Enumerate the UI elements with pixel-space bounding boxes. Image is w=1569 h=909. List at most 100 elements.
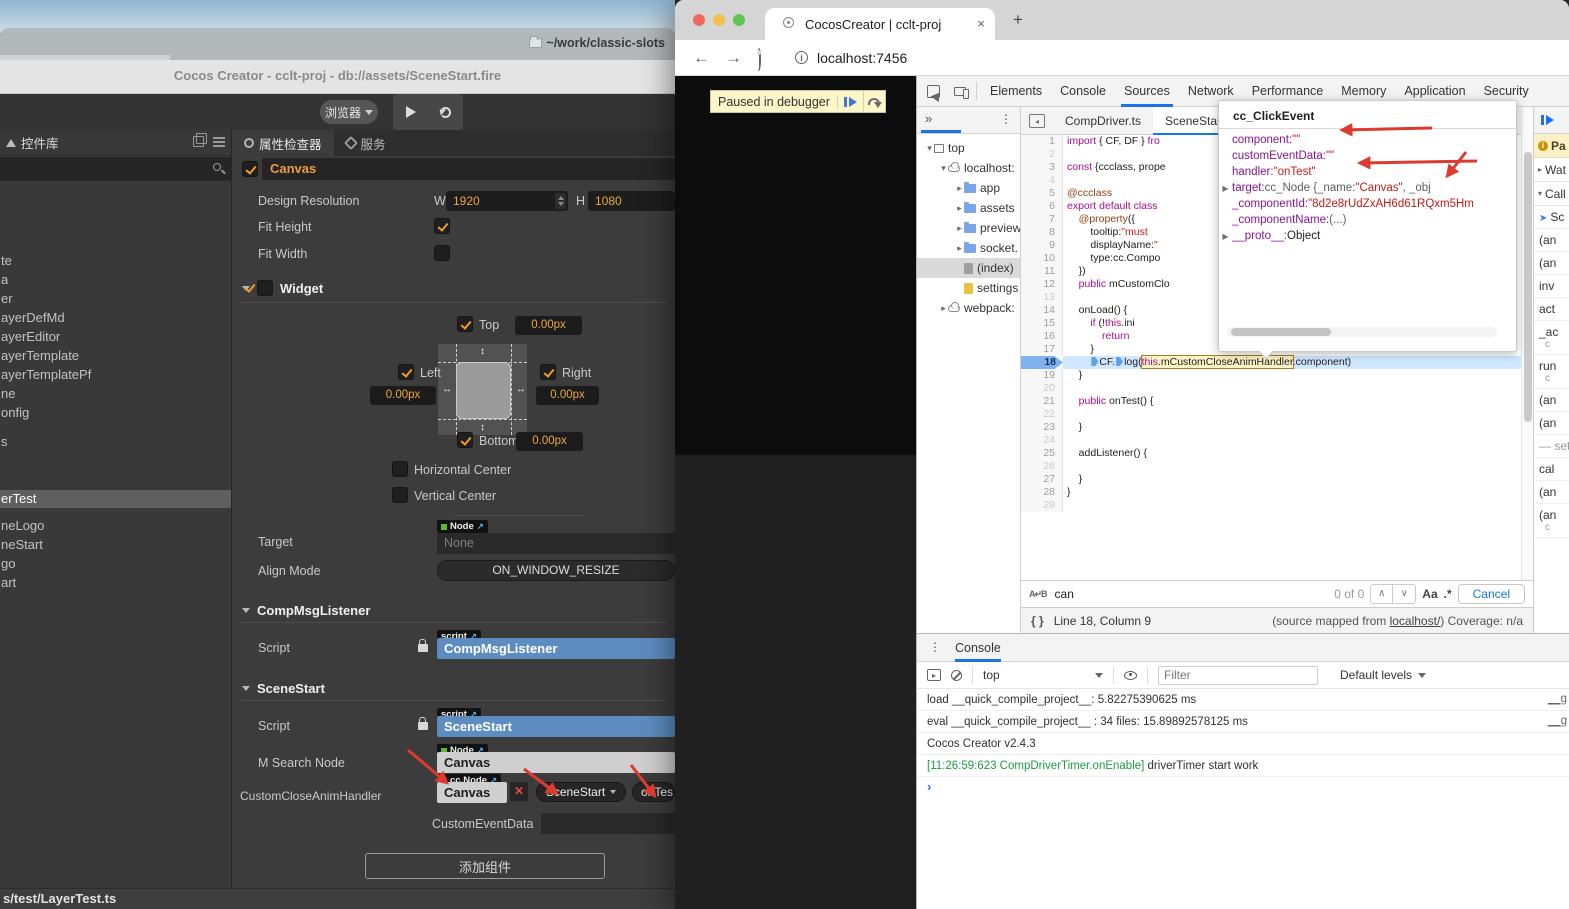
widget-section-header[interactable]: Widget — [242, 280, 323, 296]
tree-expand-icon[interactable]: ▸ — [939, 298, 948, 318]
tree-expand-icon[interactable]: ▸ — [955, 238, 964, 258]
widget-right-value[interactable]: 0.00px — [536, 386, 599, 405]
line-number[interactable]: 13 — [1021, 291, 1063, 304]
line-number[interactable]: 14 — [1021, 304, 1063, 317]
call-stack-frame[interactable]: inv — [1534, 275, 1569, 298]
collapse-tabs-icon[interactable]: ◂ — [1029, 113, 1045, 128]
console-source-link[interactable]: __g — [1548, 711, 1567, 731]
console-message[interactable]: [11:26:59:623 CompDriverTimer.onEnable] … — [917, 755, 1569, 777]
scrollbar-thumb[interactable] — [1524, 152, 1532, 422]
code-line[interactable]: 23 } — [1021, 421, 1521, 434]
widget-left-value[interactable]: 0.00px — [370, 386, 436, 405]
resume-icon[interactable] — [1541, 115, 1554, 125]
object-property-row[interactable]: customEventData: "" — [1219, 148, 1516, 164]
tab-console[interactable]: Console — [1051, 76, 1115, 107]
custom-event-data-input[interactable] — [541, 813, 675, 834]
line-number[interactable]: 28 — [1021, 486, 1063, 499]
list-item[interactable]: er — [0, 290, 231, 308]
object-property-row[interactable]: ▶ __proto__: Object — [1219, 228, 1516, 244]
minimize-window-button[interactable] — [713, 14, 725, 26]
create-live-expression-icon[interactable] — [1124, 670, 1137, 680]
list-item[interactable]: ayerTemplate — [0, 347, 231, 365]
tree-item-socket[interactable]: ▸ socket. — [917, 238, 1020, 258]
call-stack-frame[interactable]: (an — [1534, 229, 1569, 252]
list-item[interactable]: art — [0, 574, 231, 592]
widget-left-checkbox[interactable] — [398, 364, 414, 380]
external-link-icon[interactable]: ↗ — [477, 521, 484, 532]
handler-component-dropdown[interactable]: SceneStart — [536, 782, 626, 802]
line-number[interactable]: 29 — [1021, 499, 1063, 512]
add-component-button[interactable]: 添加组件 — [365, 853, 605, 879]
device-toolbar-icon[interactable] — [954, 86, 969, 99]
tree-expand-icon[interactable]: ▾ — [925, 138, 934, 158]
search-mode-icon[interactable]: A↵B — [1029, 589, 1048, 600]
new-tab-button[interactable]: + — [1013, 11, 1023, 28]
line-number[interactable]: 19 — [1021, 369, 1063, 382]
inspect-element-icon[interactable] — [927, 84, 940, 98]
tab-property-inspector[interactable]: 属性检查器 — [232, 130, 334, 156]
list-item[interactable]: a — [0, 271, 231, 289]
scenestart-section-header[interactable]: SceneStart — [242, 681, 325, 696]
tree-item-preview[interactable]: ▸ preview — [917, 218, 1020, 238]
line-number[interactable]: 25 — [1021, 447, 1063, 460]
line-number[interactable]: 26 — [1021, 460, 1063, 473]
code-line[interactable]: 18 CF. log(this.mCustomCloseAnimHandler.c… — [1021, 355, 1521, 369]
list-item[interactable]: onfig — [0, 404, 231, 422]
clear-console-icon[interactable] — [951, 669, 962, 681]
next-match-button[interactable]: ∨ — [1393, 585, 1415, 603]
line-number[interactable]: 7 — [1021, 213, 1063, 226]
call-stack-frame[interactable]: — set — [1534, 435, 1569, 458]
evaluated-expression-highlight[interactable]: this.mCustomCloseAnimHandler — [1140, 355, 1294, 369]
line-number[interactable]: 12 — [1021, 278, 1063, 291]
call-stack-frame[interactable]: run c — [1534, 355, 1569, 389]
widget-top-checkbox[interactable] — [457, 316, 473, 332]
navigator-menu-icon[interactable]: ⋮ — [1000, 112, 1012, 126]
widget-anchor-diagram[interactable]: ↕ ↕ ↔ ↔ — [437, 343, 528, 436]
expand-icon[interactable]: ▶ — [1219, 228, 1232, 244]
code-line[interactable]: 20 — [1021, 382, 1521, 395]
horizontal-center-checkbox[interactable] — [392, 461, 408, 477]
tree-expand-icon[interactable]: ▸ — [955, 218, 964, 238]
line-number[interactable]: 15 — [1021, 317, 1063, 330]
object-property-row[interactable]: component: "" — [1219, 132, 1516, 148]
match-case-button[interactable]: Aa — [1422, 587, 1437, 601]
align-mode-dropdown[interactable]: ON_WINDOW_RESIZE — [437, 560, 675, 581]
scenestart-script-field[interactable]: SceneStart — [437, 716, 675, 737]
expand-icon[interactable]: ▶ — [1219, 180, 1232, 196]
node-name-field[interactable]: Canvas — [262, 158, 675, 180]
tree-expand-icon[interactable]: ▸ — [955, 178, 964, 198]
fit-width-checkbox[interactable] — [434, 245, 450, 261]
tree-expand-icon[interactable]: ▸ — [955, 198, 964, 218]
node-enabled-checkbox[interactable] — [242, 161, 258, 177]
line-number[interactable]: 22 — [1021, 408, 1063, 421]
line-number[interactable]: 23 — [1021, 421, 1063, 434]
list-item[interactable]: neStart — [0, 536, 231, 554]
call-stack-frame[interactable]: (an — [1534, 481, 1569, 504]
resume-script-button[interactable] — [838, 91, 864, 112]
tab-sources[interactable]: Sources — [1115, 76, 1179, 107]
maximize-window-button[interactable] — [733, 14, 745, 26]
line-number[interactable]: 21 — [1021, 395, 1063, 408]
handler-node-field[interactable]: Canvas — [437, 782, 507, 803]
code-line[interactable]: 29 — [1021, 499, 1521, 512]
console-filter-input[interactable] — [1158, 665, 1318, 685]
remove-node-button[interactable]: ✕ — [510, 782, 528, 801]
widget-top-value[interactable]: 0.00px — [515, 316, 582, 335]
regex-button[interactable]: .* — [1444, 587, 1452, 601]
console-message[interactable]: eval __quick_compile_project__ : 34 file… — [917, 711, 1569, 733]
compmsglistener-script-field[interactable]: CompMsgListener — [437, 638, 675, 659]
reload-button[interactable] — [757, 48, 761, 71]
list-item[interactable]: te — [0, 252, 231, 270]
list-item[interactable]: ayerEditor — [0, 328, 231, 346]
editor-scrollbar[interactable] — [1521, 107, 1533, 580]
compmsglistener-section-header[interactable]: CompMsgListener — [242, 603, 370, 618]
line-number[interactable]: 8 — [1021, 226, 1063, 239]
line-number[interactable]: 24 — [1021, 434, 1063, 447]
console-prompt[interactable]: › — [917, 777, 1569, 797]
log-levels-dropdown[interactable]: Default levels — [1340, 668, 1427, 682]
call-stack-frame[interactable]: (an — [1534, 252, 1569, 275]
code-line[interactable]: 22 — [1021, 408, 1521, 421]
call-stack-frame[interactable]: _ac c — [1534, 321, 1569, 355]
line-number[interactable]: 5 — [1021, 187, 1063, 200]
design-height-input[interactable]: 1080 — [588, 191, 675, 211]
